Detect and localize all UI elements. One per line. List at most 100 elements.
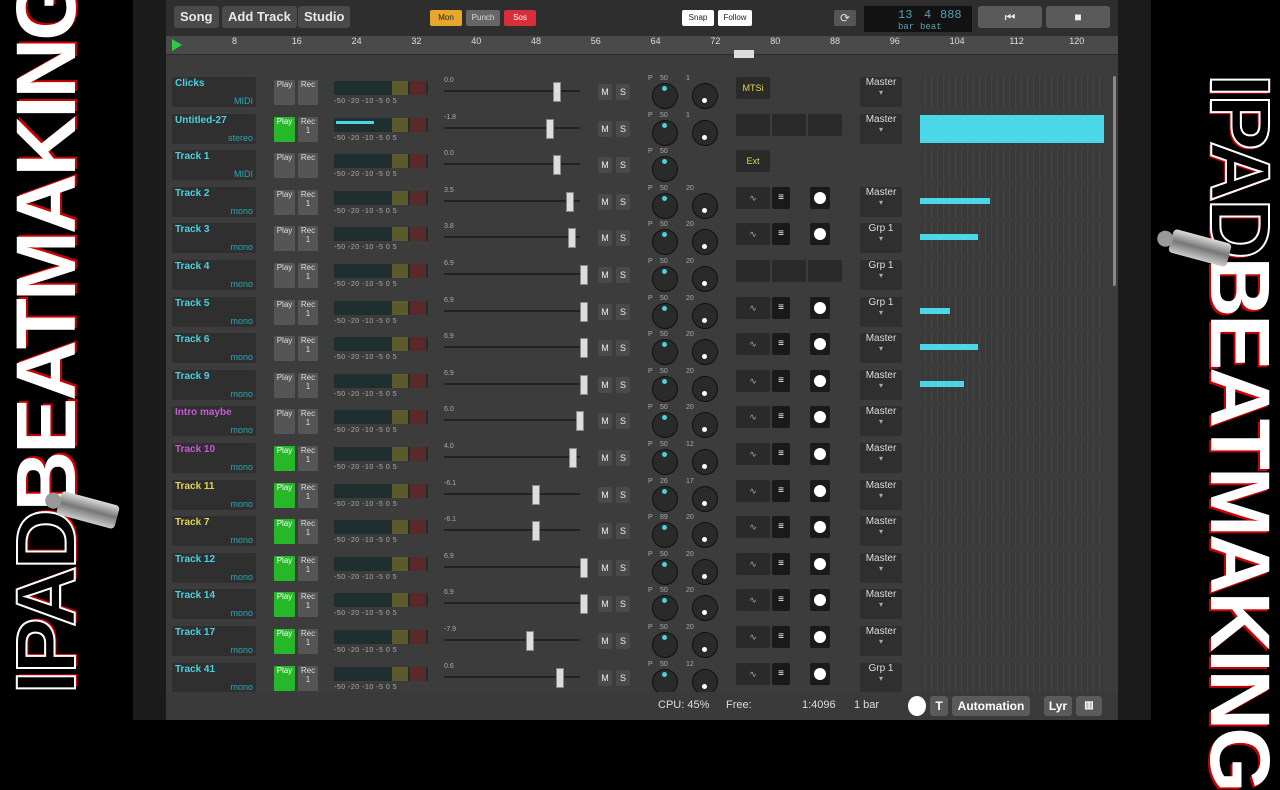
track-row[interactable]: Track 7 mono Play Rec 1 -50 -20 -10 -5 0 5 -6…	[166, 513, 1118, 549]
pan-knob[interactable]	[652, 229, 678, 256]
mixer-icon[interactable]: ≡	[772, 186, 790, 209]
output-selector[interactable]: Master ▾	[860, 626, 902, 656]
gain-knob[interactable]	[692, 449, 718, 475]
play-toggle[interactable]: Play	[274, 189, 295, 215]
mute-button[interactable]: M	[598, 120, 612, 137]
volume-fader-track[interactable]	[444, 419, 580, 422]
pan-knob[interactable]	[652, 485, 678, 512]
studio-button[interactable]: Studio	[298, 6, 351, 28]
mixer-icon[interactable]: ≡	[772, 626, 790, 648]
play-toggle[interactable]: Play	[274, 409, 295, 435]
eq-icon[interactable]: ∿	[736, 552, 770, 575]
play-toggle[interactable]: Play	[274, 80, 295, 105]
mute-button[interactable]: M	[598, 376, 612, 393]
mute-button[interactable]: M	[598, 523, 612, 540]
track-row[interactable]: Track 2 mono Play Rec 1 -50 -20 -10 -5 0 5 3.…	[166, 184, 1118, 220]
mixer-icon[interactable]: ≡	[772, 406, 790, 429]
gain-knob[interactable]	[692, 83, 718, 109]
gain-knob[interactable]	[692, 302, 718, 329]
timeline-lane[interactable]	[920, 332, 1104, 365]
mute-button[interactable]: M	[598, 559, 612, 576]
solo-button[interactable]: S	[616, 450, 630, 466]
play-toggle[interactable]: Play	[274, 263, 295, 288]
gain-knob[interactable]	[692, 595, 718, 622]
pan-knob[interactable]	[652, 522, 678, 549]
loop-marker[interactable]	[734, 50, 754, 58]
rec-toggle[interactable]: Rec 1	[298, 555, 318, 581]
t-button[interactable]: T	[930, 696, 948, 716]
rec-toggle[interactable]: Rec 1	[298, 592, 318, 618]
eq-icon[interactable]: ∿	[736, 186, 770, 209]
eq-icon[interactable]: ∿	[736, 223, 770, 246]
track-row[interactable]: Untitled-27 stereo Play Rec 1 -50 -20 -10 -5…	[166, 111, 1118, 147]
rec-toggle[interactable]: Rec 1	[298, 629, 318, 654]
track-row[interactable]: Track 1 MIDI Play Rec -50 -20 -10 -5 0 5 0.0 M…	[166, 147, 1118, 183]
timeline-lane[interactable]	[920, 588, 1104, 621]
output-selector[interactable]: Grp 1 ▾	[860, 296, 902, 327]
output-selector[interactable]: Master ▾	[860, 77, 902, 107]
eq-icon[interactable]: ∿	[736, 589, 770, 612]
audio-clip[interactable]	[920, 307, 950, 314]
solo-button[interactable]: S	[616, 596, 630, 613]
mixer-icon[interactable]: ≡	[772, 479, 790, 502]
insert-slot[interactable]	[772, 113, 806, 136]
output-selector[interactable]: Master ▾	[860, 113, 902, 144]
mute-button[interactable]: M	[598, 450, 612, 466]
pan-knob[interactable]	[652, 192, 678, 219]
pan-knob[interactable]	[652, 449, 678, 475]
audio-clip[interactable]	[920, 344, 978, 351]
track-name-box[interactable]: Track 6 mono	[172, 333, 256, 364]
send-knob[interactable]	[810, 333, 830, 356]
track-name-box[interactable]: Track 4 mono	[172, 260, 256, 290]
solo-button[interactable]: S	[616, 669, 630, 686]
rec-toggle[interactable]: Rec 1	[298, 372, 318, 398]
play-button[interactable]	[172, 39, 182, 51]
solo-button[interactable]: S	[616, 120, 630, 137]
solo-button[interactable]: S	[616, 230, 630, 247]
send-knob[interactable]	[810, 186, 830, 209]
rec-toggle[interactable]: Rec 1	[298, 299, 318, 325]
gain-knob[interactable]	[692, 229, 718, 256]
mute-button[interactable]: M	[598, 230, 612, 247]
keyboard-icon[interactable]: ▥	[1076, 696, 1102, 716]
play-toggle[interactable]: Play	[274, 519, 295, 545]
rec-toggle[interactable]: Rec	[298, 80, 318, 105]
solo-button[interactable]: S	[616, 303, 630, 320]
timeline-lane[interactable]	[920, 112, 1104, 145]
volume-fader-track[interactable]	[444, 126, 580, 129]
loop-icon[interactable]: ⟳	[834, 10, 856, 26]
gain-knob[interactable]	[692, 412, 718, 439]
rec-toggle[interactable]: Rec 1	[298, 665, 318, 691]
mixer-icon[interactable]: ≡	[772, 516, 790, 539]
volume-fader-track[interactable]	[444, 492, 580, 495]
track-row[interactable]: Track 3 mono Play Rec 1 -50 -20 -10 -5 0 5 3.…	[166, 220, 1118, 256]
volume-fader-handle[interactable]	[555, 667, 564, 688]
mute-button[interactable]: M	[598, 633, 612, 649]
track-name-box[interactable]: Track 17 mono	[172, 626, 256, 656]
insert-slot[interactable]	[736, 113, 770, 136]
send-knob[interactable]	[810, 406, 830, 429]
insert-slot[interactable]	[808, 260, 842, 282]
volume-fader-track[interactable]	[444, 309, 580, 312]
mute-button[interactable]: M	[598, 84, 612, 100]
eq-icon[interactable]: ∿	[736, 296, 770, 319]
solo-button[interactable]: S	[616, 376, 630, 393]
track-name-box[interactable]: Track 7 mono	[172, 516, 256, 547]
track-name-box[interactable]: Track 10 mono	[172, 443, 256, 473]
pan-knob[interactable]	[652, 668, 678, 695]
eq-icon[interactable]: ∿	[736, 516, 770, 539]
rec-toggle[interactable]: Rec 1	[298, 116, 318, 142]
gain-knob[interactable]	[692, 558, 718, 585]
play-toggle[interactable]: Play	[274, 299, 295, 325]
track-name-box[interactable]: Clicks MIDI	[172, 77, 256, 107]
eq-icon[interactable]: ∿	[736, 479, 770, 502]
gain-knob[interactable]	[692, 375, 718, 402]
rewind-button[interactable]: ⏮	[978, 6, 1042, 28]
output-selector[interactable]: Master ▾	[860, 406, 902, 437]
mixer-icon[interactable]: ≡	[772, 333, 790, 356]
track-row[interactable]: Track 12 mono Play Rec 1 -50 -20 -10 -5 0 5 6…	[166, 550, 1118, 586]
automation-button[interactable]: Automation	[952, 696, 1030, 716]
output-selector[interactable]: Master ▾	[860, 516, 902, 547]
mute-button[interactable]: M	[598, 486, 612, 503]
volume-fader-handle[interactable]	[532, 521, 541, 542]
